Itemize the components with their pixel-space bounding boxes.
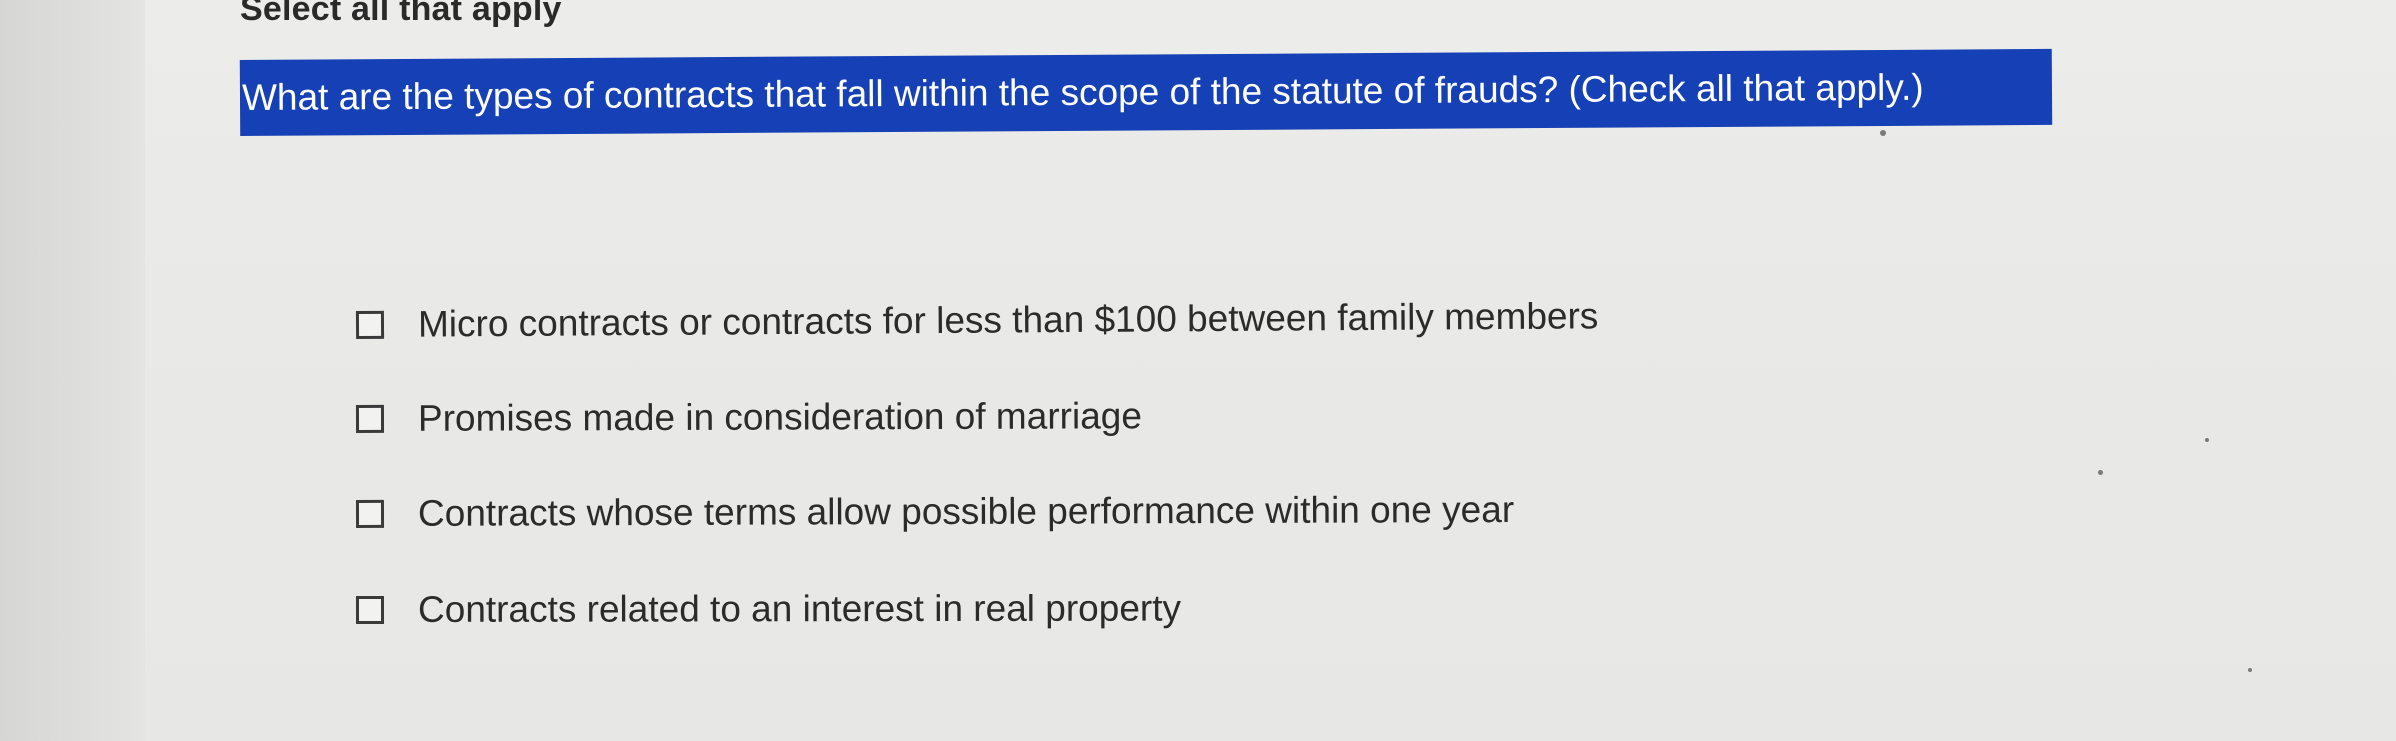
dust-speck [2205, 438, 2209, 442]
dust-speck [1880, 130, 1886, 136]
option-one-year-contracts[interactable]: Contracts whose terms allow possible per… [355, 459, 1599, 564]
answer-options-list: Micro contracts or contracts for less th… [355, 270, 1599, 674]
screen-edge [0, 0, 145, 741]
option-label: Promises made in consideration of marria… [417, 394, 1142, 439]
dust-speck [2248, 668, 2252, 672]
checkbox[interactable] [355, 595, 385, 624]
checkbox[interactable] [355, 499, 385, 528]
dust-speck [2098, 470, 2103, 475]
checkbox[interactable] [355, 310, 385, 339]
option-marriage-promises[interactable]: Promises made in consideration of marria… [355, 364, 1599, 469]
option-label: Contracts related to an interest in real… [417, 587, 1182, 630]
question-text-highlighted: What are the types of contracts that fal… [239, 48, 2053, 136]
option-label: Micro contracts or contracts for less th… [417, 294, 1599, 345]
option-micro-contracts[interactable]: Micro contracts or contracts for less th… [355, 265, 1599, 375]
option-label: Contracts whose terms allow possible per… [417, 488, 1515, 534]
checkbox[interactable] [355, 404, 385, 433]
option-real-property[interactable]: Contracts related to an interest in real… [355, 557, 1599, 660]
instruction-label: Select all that apply [240, 0, 562, 28]
